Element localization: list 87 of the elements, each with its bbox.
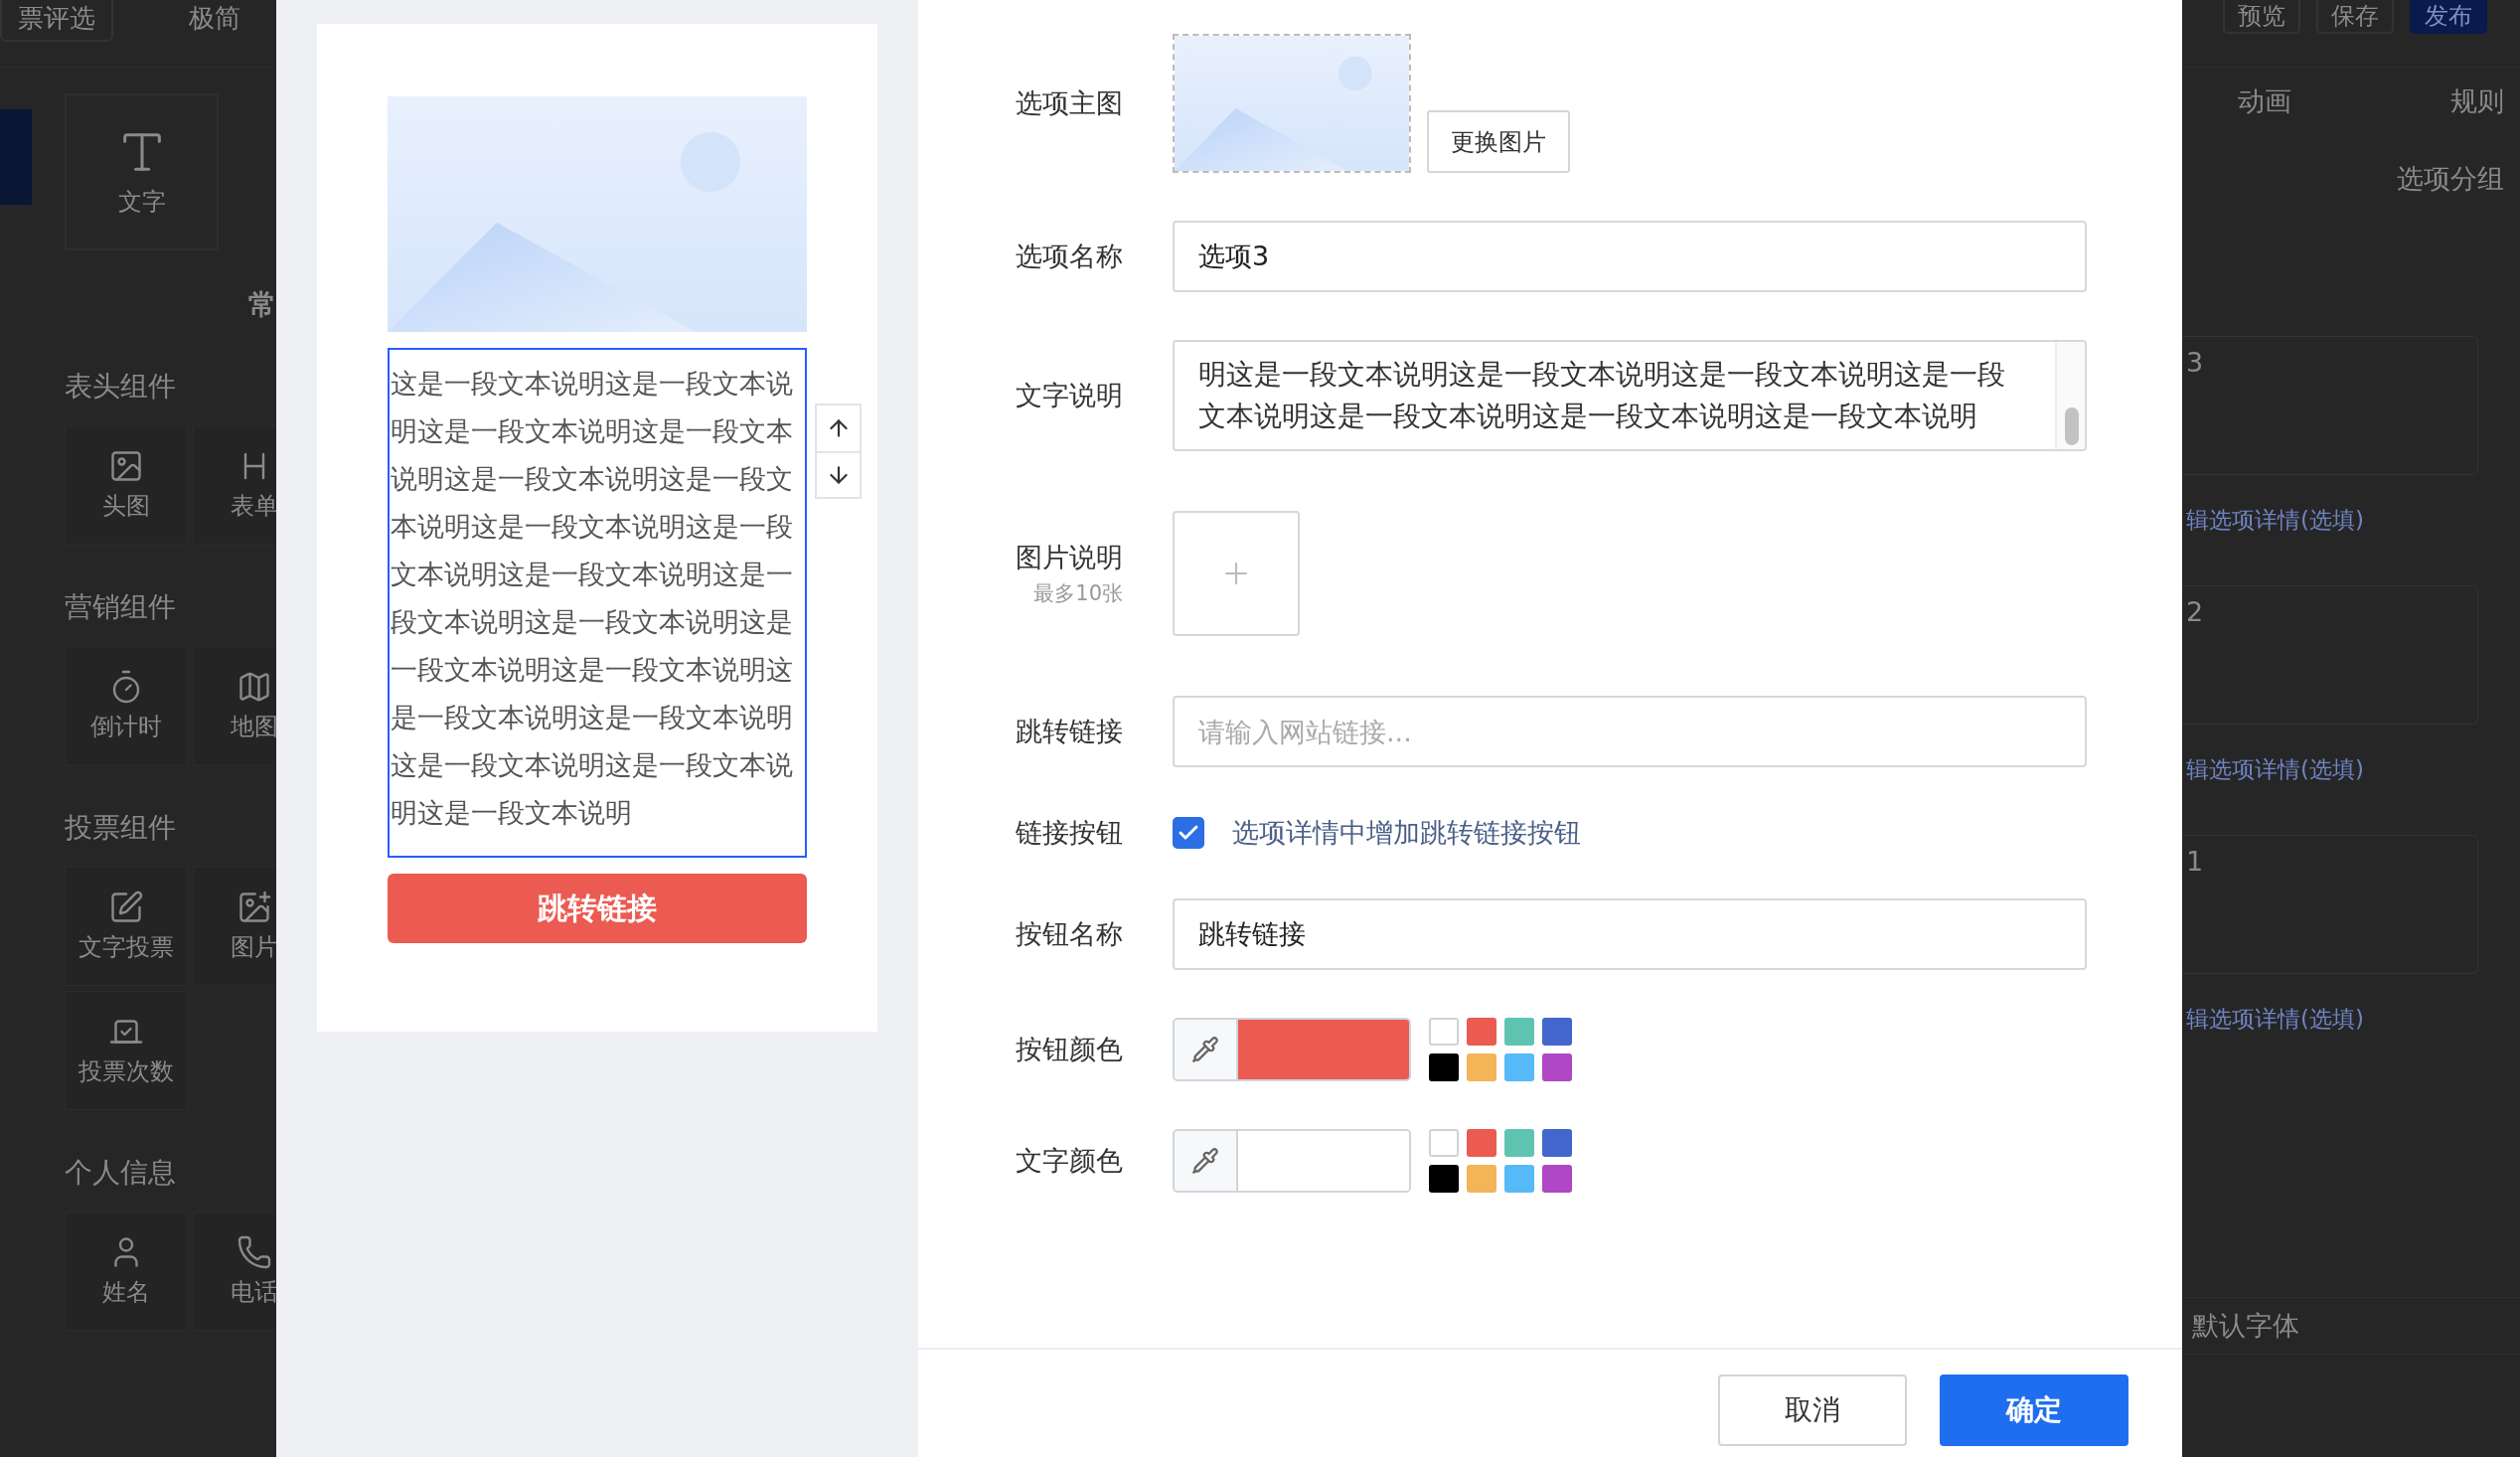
color-swatch[interactable] — [1429, 1053, 1459, 1081]
text-input-field[interactable]: 跳转链接 — [1173, 898, 2087, 970]
color-swatch[interactable] — [1504, 1165, 1534, 1193]
tile-label: 倒计时 — [90, 712, 162, 742]
component-tile[interactable]: 头图 — [65, 425, 188, 545]
edit-details-link[interactable]: 辑选项详情(选填) — [2186, 754, 2520, 785]
preview-link-button[interactable]: 跳转链接 — [388, 874, 807, 943]
panel-tab[interactable]: 规则 — [2450, 83, 2504, 119]
color-swatch[interactable] — [1429, 1018, 1459, 1046]
tile-label: 姓名 — [102, 1277, 150, 1308]
text-input-field[interactable]: 选项3 — [1173, 221, 2087, 292]
component-tile[interactable]: 投票次数 — [65, 991, 188, 1110]
panel-tab[interactable]: 动画 — [2238, 83, 2291, 119]
color-swatch[interactable] — [1542, 1129, 1572, 1157]
option-name: 1 — [2186, 846, 2204, 877]
color-swatch[interactable] — [1467, 1018, 1496, 1046]
preview-description: 这是一段文本说明这是一段文本说明这是一段文本说明这是一段文本说明这是一段文本说明这是一段文本说明这是一段文本说明这是一段文本说明这是一段文本说明这是一段文本说明这是一段文本说明这是一段文本说明这是一段文本说明这是一段文本说明这是一段文本说明这是一段文本说明这是一段文本说明这是一段文本说明 — [388, 348, 807, 858]
option-name: 2 — [2186, 596, 2204, 627]
option-name: 3 — [2186, 347, 2204, 378]
image-vote-icon — [236, 890, 272, 925]
toolbar-button[interactable]: 保存 — [2316, 0, 2394, 34]
field-label: 选项名称 — [1016, 240, 1123, 273]
image-icon — [108, 448, 144, 484]
confirm-button[interactable]: 确定 — [1940, 1375, 2128, 1446]
field-label: 按钮名称 — [1016, 917, 1123, 951]
color-swatch[interactable] — [1429, 1165, 1459, 1193]
color-swatch[interactable] — [1504, 1053, 1534, 1081]
toolbar-button[interactable]: 预览 — [2223, 0, 2300, 34]
text-vote-icon — [108, 890, 144, 925]
side-tab[interactable] — [0, 109, 32, 205]
group-title: 投票组件 — [65, 810, 177, 846]
field-label: 按钮颜色 — [1016, 1033, 1123, 1066]
section-heading: 常 — [248, 287, 276, 323]
tile-label: 文字投票 — [79, 932, 174, 963]
field-label: 链接按钮 — [1016, 816, 1123, 850]
color-swatch[interactable] — [1429, 1129, 1459, 1157]
scrollbar-thumb[interactable] — [2065, 407, 2079, 445]
color-swatch[interactable] — [1542, 1018, 1572, 1046]
color-swatch[interactable] — [1504, 1018, 1534, 1046]
eyedropper-icon — [1191, 1036, 1219, 1063]
tile-label: 头图 — [102, 491, 150, 522]
edit-details-link[interactable]: 辑选项详情(选填) — [2186, 1004, 2520, 1035]
upload-button[interactable] — [1173, 511, 1300, 636]
component-tile[interactable]: 文字投票 — [65, 867, 188, 986]
checkbox[interactable] — [1173, 817, 1204, 849]
text-area-value: 明这是一段文本说明这是一段文本说明这是一段文本说明这是一段文本说明这是一段文本说明这是一段文本说明这是一段文本说明 — [1198, 357, 2006, 434]
change-image-button[interactable]: 更换图片 — [1427, 110, 1570, 173]
cancel-button[interactable]: 取消 — [1718, 1375, 1907, 1446]
group-title: 表头组件 — [65, 369, 177, 405]
toolbar-button[interactable]: 发布 — [2410, 0, 2487, 34]
eyedropper-button[interactable] — [1175, 1020, 1238, 1079]
eyedropper-button[interactable] — [1175, 1131, 1238, 1191]
panel-heading: 选项分组 — [2397, 162, 2505, 196]
font-row[interactable]: 默认字体 — [2182, 1297, 2520, 1355]
option-card[interactable]: 2 — [2182, 585, 2478, 725]
component-tile[interactable]: 倒计时 — [65, 646, 188, 765]
font-label: 默认字体 — [2192, 1310, 2299, 1341]
edit-details-link[interactable]: 辑选项详情(选填) — [2186, 505, 2520, 536]
tile-label: 投票次数 — [79, 1056, 174, 1087]
field-label: 跳转链接 — [1016, 715, 1123, 748]
field-label: 选项主图 — [1016, 86, 1123, 120]
color-swatch[interactable] — [1467, 1129, 1496, 1157]
checkbox-label: 选项详情中增加跳转链接按钮 — [1232, 816, 1581, 850]
color-swatch[interactable] — [1467, 1165, 1496, 1193]
group-title: 个人信息 — [65, 1155, 177, 1191]
option-card[interactable]: 1 — [2182, 835, 2478, 974]
component-tile[interactable]: 地图 — [193, 646, 276, 765]
component-tile[interactable]: 姓名 — [65, 1212, 188, 1331]
text-area-field[interactable]: 明这是一段文本说明这是一段文本说明这是一段文本说明这是一段文本说明这是一段文本说明这是一段文本说明这是一段文本说明 — [1173, 340, 2087, 451]
color-swatch[interactable] — [1504, 1129, 1534, 1157]
color-swatch[interactable] — [1542, 1165, 1572, 1193]
option-card[interactable]: 3 — [2182, 336, 2478, 475]
color-swatch[interactable] — [1542, 1053, 1572, 1081]
field-hint: 最多10张 — [1033, 580, 1123, 607]
top-tab[interactable]: 票评选 — [0, 0, 113, 42]
color-swatch[interactable] — [1467, 1053, 1496, 1081]
field-label: 文字说明 — [1016, 379, 1123, 412]
eyedropper-icon — [1191, 1147, 1219, 1175]
text-input-field[interactable]: 请输入网站链接... — [1173, 696, 2087, 767]
phone-icon — [236, 1234, 272, 1270]
component-tile[interactable]: 文字 — [65, 93, 219, 250]
tile-label: 地图 — [231, 712, 276, 742]
field-label: 图片说明 — [1016, 541, 1123, 574]
group-title: 营销组件 — [65, 589, 177, 625]
tile-label: 文字 — [117, 187, 166, 218]
field-label: 文字颜色 — [1016, 1144, 1123, 1178]
top-tab[interactable]: 极简 — [173, 0, 256, 42]
